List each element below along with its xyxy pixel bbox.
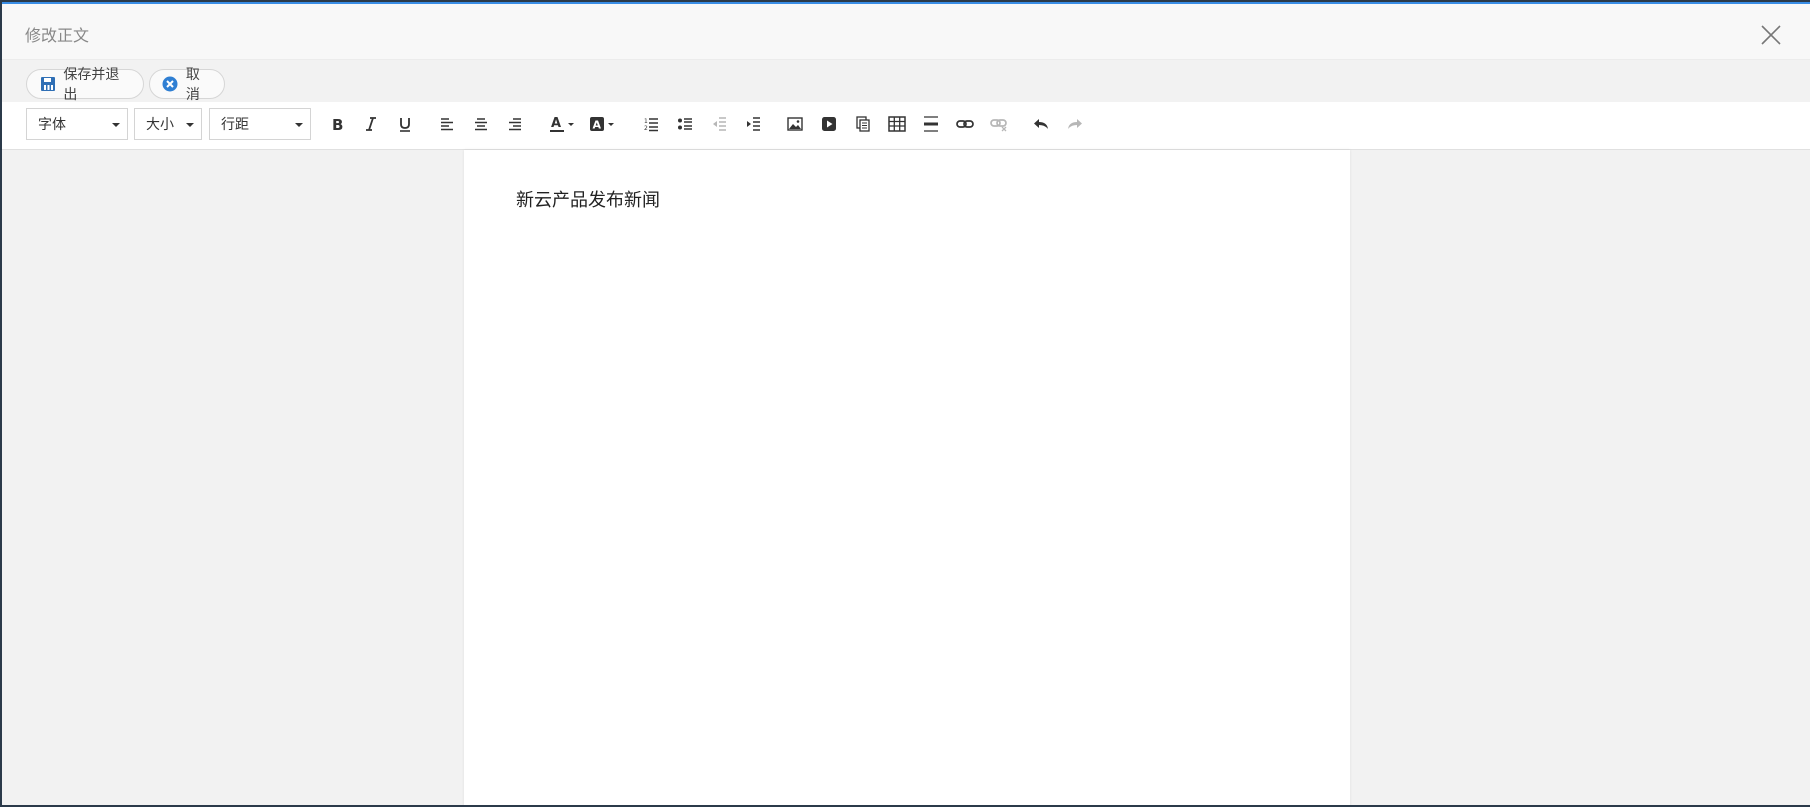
- svg-text:A: A: [593, 119, 602, 132]
- edit-body-dialog: 修改正文 保存并退出 取消 字体 大小 行距 B A A 1 2 新云产品发布新…: [2, 2, 1810, 805]
- link-icon[interactable]: [952, 111, 978, 137]
- highlight-color-icon[interactable]: A: [588, 111, 618, 137]
- cancel-label: 取消: [185, 67, 200, 103]
- undo-icon[interactable]: [1028, 111, 1054, 137]
- chevron-down-icon: [186, 123, 194, 127]
- line-spacing-select[interactable]: 行距: [209, 108, 311, 140]
- outdent-icon[interactable]: [706, 111, 732, 137]
- font-size-label: 大小: [146, 117, 174, 133]
- align-left-icon[interactable]: [434, 111, 460, 137]
- font-size-select[interactable]: 大小: [134, 108, 202, 140]
- ordered-list-icon[interactable]: 12: [638, 111, 664, 137]
- italic-icon[interactable]: [358, 111, 384, 137]
- editor-toolbar: 字体 大小 行距 B A A 1 2: [2, 102, 1810, 150]
- horizontal-rule-icon[interactable]: [918, 111, 944, 137]
- cancel-circle-icon: [162, 75, 179, 93]
- save-icon: [39, 75, 56, 93]
- dialog-title: 修改正文: [25, 26, 90, 45]
- underline-icon[interactable]: [392, 111, 418, 137]
- screen-background: 修改正文 保存并退出 取消 字体 大小 行距 B A A 1 2 新云产品发布新…: [0, 0, 1810, 807]
- table-icon[interactable]: [884, 111, 910, 137]
- dialog-header: 修改正文: [2, 4, 1810, 60]
- svg-text:2: 2: [644, 125, 648, 132]
- cancel-button[interactable]: 取消: [149, 67, 225, 103]
- svg-text:1: 1: [644, 118, 648, 125]
- unordered-list-icon[interactable]: [672, 111, 698, 137]
- font-family-label: 字体: [38, 117, 66, 133]
- document-page[interactable]: 新云产品发布新闻: [464, 150, 1350, 805]
- close-icon[interactable]: [1760, 24, 1782, 46]
- action-bar: 保存并退出 取消: [2, 60, 1810, 103]
- line-spacing-label: 行距: [221, 117, 249, 133]
- save-and-exit-label: 保存并退出: [63, 67, 120, 103]
- unlink-icon[interactable]: [986, 111, 1012, 137]
- svg-text:A: A: [551, 116, 561, 131]
- chevron-down-icon: [295, 123, 303, 127]
- image-icon[interactable]: [782, 111, 808, 137]
- align-right-icon[interactable]: [502, 111, 528, 137]
- insert-file-icon[interactable]: [850, 111, 876, 137]
- document-body-text[interactable]: 新云产品发布新闻: [516, 186, 660, 212]
- font-family-select[interactable]: 字体: [26, 108, 128, 140]
- font-color-icon[interactable]: A: [548, 111, 578, 137]
- editor-canvas: 新云产品发布新闻: [2, 150, 1810, 805]
- redo-icon[interactable]: [1062, 111, 1088, 137]
- video-icon[interactable]: [816, 111, 842, 137]
- bold-icon[interactable]: B: [324, 111, 350, 137]
- save-and-exit-button[interactable]: 保存并退出: [26, 67, 144, 103]
- align-center-icon[interactable]: [468, 111, 494, 137]
- indent-icon[interactable]: [740, 111, 766, 137]
- chevron-down-icon: [112, 123, 120, 127]
- svg-text:B: B: [332, 116, 343, 132]
